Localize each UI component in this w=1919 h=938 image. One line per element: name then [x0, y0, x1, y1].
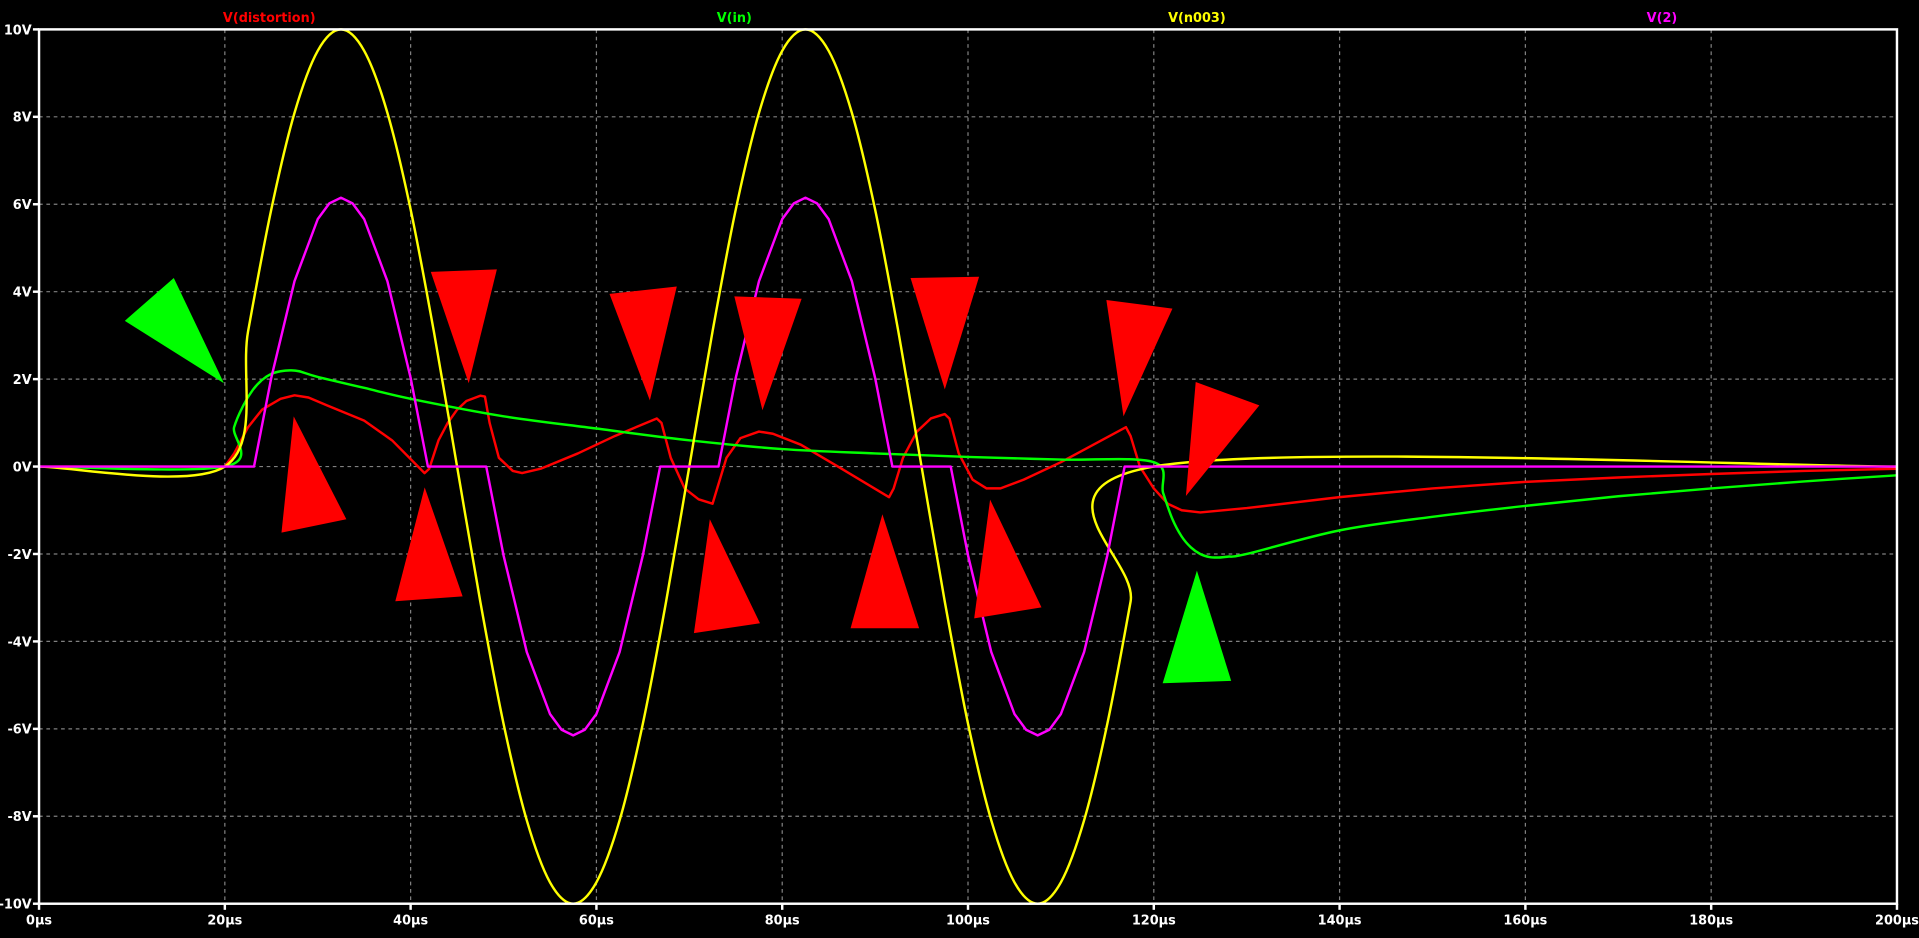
x-tick-label: 100µs [946, 914, 990, 929]
y-tick-label: 8V [13, 111, 32, 126]
y-tick-label: -10V [0, 898, 32, 913]
y-tick-label: 2V [13, 373, 32, 388]
x-tick-label: 40µs [393, 914, 428, 929]
x-tick-label: 20µs [207, 914, 242, 929]
y-tick-label: 6V [13, 198, 32, 213]
x-tick-label: 60µs [579, 914, 614, 929]
legend-v-2[interactable]: V(2) [1647, 11, 1678, 26]
legend-v-in[interactable]: V(in) [717, 11, 752, 26]
legend-v-distortion[interactable]: V(distortion) [223, 11, 316, 26]
y-tick-label: 10V [4, 23, 32, 38]
legend-v-n003[interactable]: V(n003) [1168, 11, 1226, 26]
x-tick-label: 80µs [765, 914, 800, 929]
x-tick-label: 200µs [1875, 914, 1919, 929]
x-tick-label: 160µs [1503, 914, 1547, 929]
waveform-plot[interactable]: 0µs 20µs 40µs 60µs 80µs 100µs 120µs 140µs 160µs 1… [0, 0, 1919, 938]
y-tick-label: 0V [13, 460, 32, 475]
x-tick-label: 180µs [1689, 914, 1733, 929]
y-tick-label: -2V [7, 548, 31, 563]
x-tick-label: 0µs [26, 914, 52, 929]
y-tick-label: 4V [13, 286, 32, 301]
y-tick-label: -8V [7, 810, 31, 825]
x-tick-label: 120µs [1132, 914, 1176, 929]
y-tick-label: -6V [7, 723, 31, 738]
y-tick-label: -4V [7, 635, 31, 650]
x-tick-label: 140µs [1318, 914, 1362, 929]
